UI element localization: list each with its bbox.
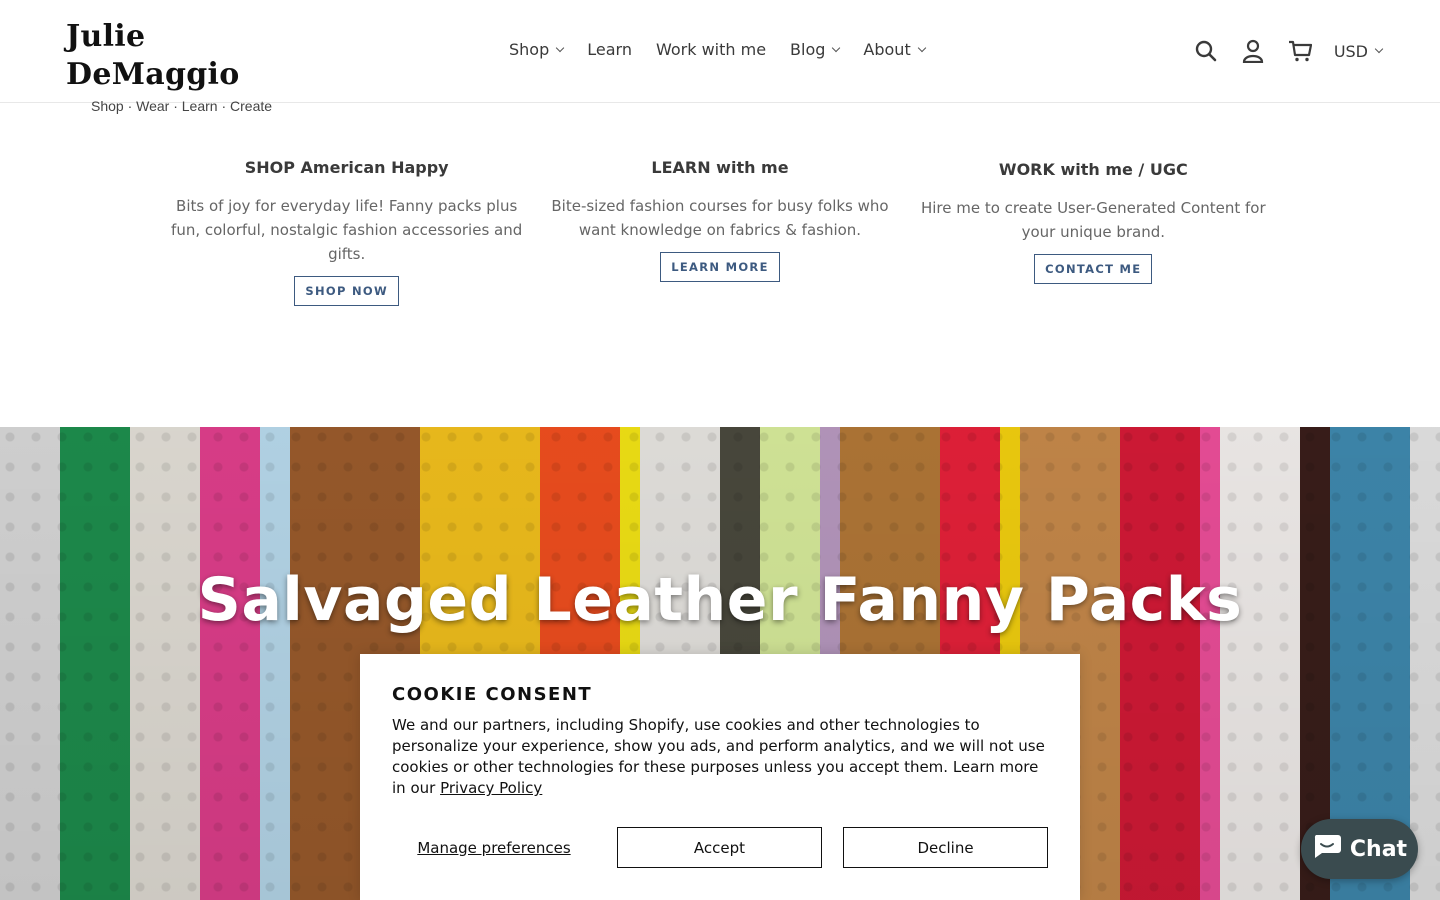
logo-title: Julie DeMaggio [66,19,240,92]
chevron-down-icon [556,43,565,53]
nav-label: Work with me [655,40,767,59]
feature-title: SHOP American Happy [244,158,449,177]
cart-icon[interactable] [1277,34,1324,68]
chat-button[interactable]: Chat [1301,819,1418,879]
main-nav: Shop Learn Work with me Blog About [497,38,937,62]
cookie-text: We and our partners, including Shopify, … [392,715,1048,799]
feature-work: WORK with me / UGC Hire me to create Use… [907,156,1280,306]
feature-title: LEARN with me [651,158,789,177]
nav-label: About [863,40,911,59]
nav-shop[interactable]: Shop [497,38,575,62]
hero-title: Salvaged Leather Fanny Packs [197,565,1243,635]
logo-tagline: Shop · Wear · Learn · Create [91,98,273,114]
shop-now-button[interactable]: SHOP NOW [294,276,399,306]
chevron-down-icon [1374,44,1384,54]
currency-label: USD [1333,41,1368,61]
manage-preferences-link[interactable]: Manage preferences [392,839,596,857]
currency-selector[interactable]: USD [1333,41,1384,61]
nav-label: Learn [587,40,632,59]
search-icon[interactable] [1183,34,1230,68]
feature-text: Bits of joy for everyday life! Fanny pac… [171,197,523,263]
feature-text: Bite-sized fashion courses for busy folk… [551,197,889,239]
accept-button[interactable]: Accept [616,827,822,868]
chevron-down-icon [832,43,841,53]
cookie-actions: Manage preferences Accept Decline [392,827,1049,868]
feature-learn: LEARN with me Bite-sized fashion courses… [533,156,906,306]
header-actions: USD [1183,34,1384,68]
learn-more-button[interactable]: LEARN MORE [660,252,780,282]
chat-label: Chat [1349,836,1408,862]
nav-work-with-me[interactable]: Work with me [644,38,778,62]
feature-text: Hire me to create User-Generated Content… [920,199,1266,241]
chat-icon [1312,833,1342,865]
contact-me-button[interactable]: CONTACT ME [1034,254,1153,284]
nav-learn[interactable]: Learn [575,38,644,62]
nav-label: Blog [790,40,826,59]
site-header: Julie DeMaggio Shop · Wear · Learn · Cre… [0,0,1440,114]
chevron-down-icon [917,43,926,53]
cookie-consent-dialog: COOKIE CONSENT We and our partners, incl… [360,654,1080,900]
privacy-policy-link[interactable]: Privacy Policy [440,779,542,797]
account-icon[interactable] [1230,34,1277,68]
decline-button[interactable]: Decline [843,827,1049,868]
nav-blog[interactable]: Blog [778,38,851,62]
cookie-title: COOKIE CONSENT [392,684,593,705]
logo[interactable]: Julie DeMaggio Shop · Wear · Learn · Cre… [66,18,306,114]
nav-about[interactable]: About [851,38,936,62]
feature-shop: SHOP American Happy Bits of joy for ever… [160,156,533,306]
nav-label: Shop [509,40,550,59]
feature-title: WORK with me / UGC [998,160,1188,179]
feature-columns: SHOP American Happy Bits of joy for ever… [160,156,1280,306]
